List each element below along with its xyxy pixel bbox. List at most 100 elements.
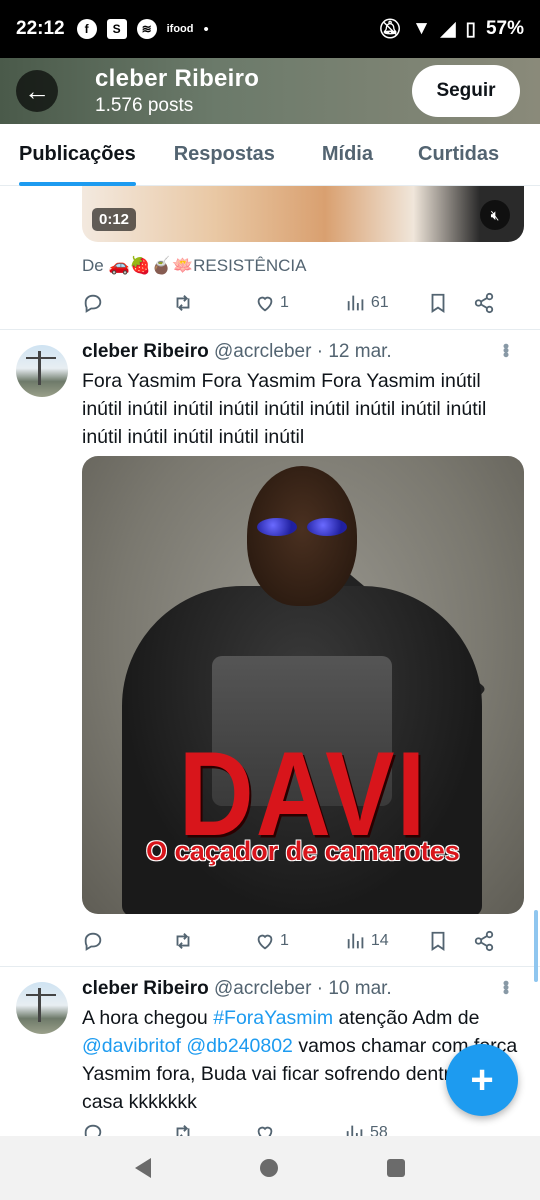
avatar-bar	[26, 357, 56, 359]
follow-button[interactable]: Seguir	[412, 65, 520, 117]
mention-link[interactable]: @davibritof	[82, 1035, 181, 1057]
text-segment: A hora chegou	[82, 1007, 214, 1029]
views-button[interactable]: 61	[345, 292, 389, 314]
image-head	[247, 466, 357, 606]
clock: 22:12	[16, 18, 65, 39]
tab-publicacoes[interactable]: Publicações	[19, 124, 136, 186]
retweet-icon	[176, 1125, 190, 1136]
like-count: 1	[280, 932, 289, 949]
share-icon	[474, 292, 493, 314]
tab-label: Curtidas	[418, 143, 500, 165]
reply-icon	[84, 1124, 102, 1136]
bookmark-icon	[431, 293, 445, 313]
more-options-icon[interactable]: •••	[495, 343, 516, 356]
retweet-button[interactable]	[172, 1122, 194, 1136]
tweet[interactable]: cleber Ribeiro @acrcleber · 12 mar. ••• …	[0, 329, 540, 966]
mute-button[interactable]: 🔇︎	[480, 200, 510, 230]
share-icon	[474, 930, 493, 952]
facebook-icon: f	[76, 19, 97, 39]
compose-button[interactable]: +	[446, 1044, 518, 1116]
profile-header: ← cleber Ribeiro 1.576 posts Seguir	[0, 58, 540, 124]
like-button[interactable]: 1	[254, 930, 289, 952]
active-tab-indicator	[19, 181, 136, 186]
retweet-button[interactable]	[172, 292, 194, 314]
reply-icon	[84, 294, 102, 313]
image-glasses	[257, 518, 349, 536]
tweet-date[interactable]: · 12 mar.	[317, 341, 392, 362]
tab-label: Mídia	[321, 143, 373, 165]
share-button[interactable]	[473, 930, 495, 952]
tweet-header: cleber Ribeiro @acrcleber · 10 mar.	[82, 978, 392, 1000]
view-count: 14	[370, 932, 389, 949]
profile-tabs: Publicações Respostas Mídia Curtidas	[0, 124, 540, 186]
retweet-icon	[176, 295, 190, 311]
video-duration: 0:12	[92, 208, 137, 231]
arrow-left-icon: ←	[24, 75, 50, 106]
avatar-bar	[26, 994, 56, 996]
video-player[interactable]: 0:12 🔇︎	[82, 186, 524, 242]
plus-icon: +	[470, 1057, 494, 1102]
author-name[interactable]: cleber Ribeiro	[82, 341, 209, 362]
speaker-muted-icon: 🔇︎	[490, 206, 500, 223]
image-subtitle-text: O caçador de camarotes	[146, 836, 460, 866]
bookmark-button[interactable]	[427, 292, 449, 314]
tweet-text: Fora Yasmim Fora Yasmim Fora Yasmim inút…	[82, 370, 487, 448]
reply-button[interactable]	[82, 930, 104, 952]
more-options-icon[interactable]: •••	[495, 980, 516, 993]
status-bar: 22:12 f S ≋ ifood • 🔕︎ ▼ ◢ ▯ 57%	[0, 0, 540, 58]
wifi-icon: ▼	[412, 18, 431, 39]
like-count: 1	[280, 294, 289, 311]
avatar[interactable]	[16, 982, 68, 1034]
scrollbar[interactable]	[534, 910, 538, 982]
nav-recents-icon[interactable]	[387, 1159, 406, 1177]
ifood-icon: ifood	[166, 23, 194, 35]
reply-icon	[84, 932, 102, 951]
avatar[interactable]	[16, 345, 68, 397]
hashtag-link[interactable]: #ForaYasmim	[213, 1007, 333, 1029]
mute-bell-icon: 🔕︎	[377, 19, 403, 40]
nav-home-icon[interactable]	[259, 1159, 278, 1177]
battery-icon: ▯	[465, 18, 476, 40]
views-button[interactable]: 14	[345, 930, 389, 952]
video-source-line: De 🚗🍓🧉🪷RESISTÊNCIA	[82, 256, 307, 275]
tab-curtidas[interactable]: Curtidas	[418, 124, 499, 186]
author-handle[interactable]: @acrcleber	[214, 978, 311, 999]
bookmark-button[interactable]	[427, 930, 449, 952]
tweet-image[interactable]: DAVI O caçador de camarotes	[82, 456, 524, 914]
text-segment: atenção Adm de	[333, 1007, 480, 1029]
views-icon	[347, 295, 364, 311]
view-count: 61	[370, 294, 389, 311]
nav-back-icon[interactable]	[134, 1158, 151, 1178]
system-icons: 🔕︎ ▼ ◢ ▯ 57%	[378, 17, 524, 41]
back-button[interactable]: ←	[16, 70, 58, 112]
tweet-header: cleber Ribeiro @acrcleber · 12 mar.	[82, 341, 392, 363]
views-icon	[346, 1125, 363, 1136]
retweet-button[interactable]	[172, 930, 194, 952]
like-button[interactable]: 1	[254, 292, 289, 314]
profile-name: cleber Ribeiro	[95, 65, 260, 92]
author-handle[interactable]: @acrcleber	[214, 341, 311, 362]
tab-label: Respostas	[173, 143, 275, 165]
tab-respostas[interactable]: Respostas	[174, 124, 275, 186]
lens	[307, 518, 347, 536]
s-app-icon: S	[106, 19, 127, 39]
timeline[interactable]: 0:12 🔇︎ De 🚗🍓🧉🪷RESISTÊNCIA 1 61 cleber R…	[0, 186, 540, 1136]
mention-link[interactable]: @db240802	[186, 1035, 293, 1057]
heart-icon	[257, 934, 273, 950]
views-icon	[347, 933, 364, 949]
tab-midia[interactable]: Mídia	[322, 124, 373, 186]
share-button[interactable]	[473, 292, 495, 314]
reply-button[interactable]	[82, 292, 104, 314]
retweet-icon	[176, 933, 190, 949]
view-count: 58	[370, 1124, 388, 1136]
tweet-actions: 58	[82, 1118, 512, 1136]
tweet-date[interactable]: · 10 mar.	[317, 978, 392, 999]
dot-icon: •	[203, 20, 209, 38]
like-button[interactable]	[254, 1122, 276, 1136]
views-button[interactable]: 58	[344, 1122, 388, 1136]
reply-button[interactable]	[82, 1122, 104, 1136]
tweet-actions: 1 14	[82, 926, 512, 956]
tweet-actions: 1 61	[82, 288, 512, 318]
author-name[interactable]: cleber Ribeiro	[82, 978, 209, 999]
signal-icon: ◢	[440, 18, 456, 40]
